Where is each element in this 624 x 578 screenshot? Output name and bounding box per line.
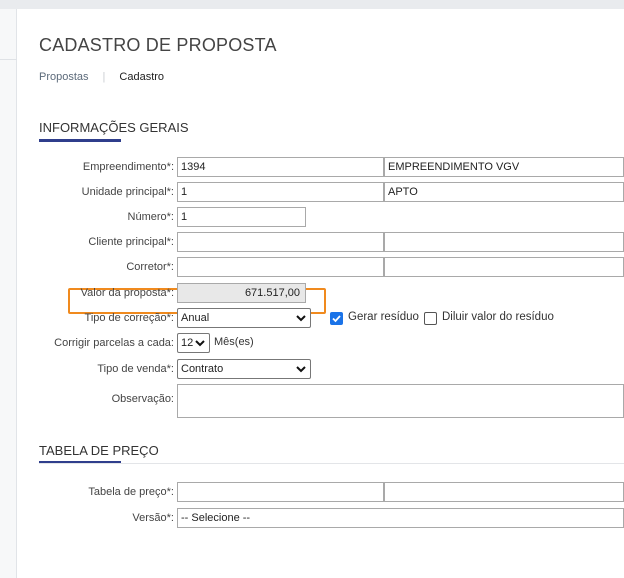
label-cliente: Cliente principal*: [88, 236, 174, 248]
unidade-code-field[interactable]: 1 [177, 182, 384, 202]
cliente-code-field[interactable] [177, 232, 384, 252]
label-numero: Número*: [127, 211, 174, 223]
label-tabela-preco: Tabela de preço*: [88, 486, 174, 498]
empreendimento-name-field[interactable]: EMPREENDIMENTO VGV [384, 157, 624, 177]
main-panel: CADASTRO DE PROPOSTA Propostas | Cadastr… [17, 9, 624, 578]
top-bar [0, 0, 624, 9]
numero-field[interactable]: 1 [177, 207, 306, 227]
left-sidebar-strip [0, 9, 17, 578]
label-versao: Versão*: [132, 512, 174, 524]
valor-proposta-field[interactable]: 671.517,00 [177, 283, 306, 303]
corretor-code-field[interactable] [177, 257, 384, 277]
section-title-price-table: TABELA DE PREÇO [39, 443, 159, 458]
chevron-down-icon [296, 366, 306, 373]
chevron-down-icon [296, 315, 306, 322]
tabela-preco-name-field[interactable] [384, 482, 624, 502]
unidade-name-field[interactable]: APTO [384, 182, 624, 202]
page-title: CADASTRO DE PROPOSTA [39, 35, 277, 55]
gerar-residuo-label: Gerar resíduo [348, 311, 419, 323]
breadcrumb-link-propostas[interactable]: Propostas [39, 71, 89, 83]
cliente-name-field[interactable] [384, 232, 624, 252]
label-empreendimento: Empreendimento*: [82, 161, 174, 173]
tabela-preco-code-field[interactable] [177, 482, 384, 502]
section-divider [39, 463, 624, 464]
corretor-name-field[interactable] [384, 257, 624, 277]
diluir-residuo-label: Diluir valor do resíduo [442, 311, 554, 323]
section-title-general: INFORMAÇÕES GERAIS [39, 120, 189, 135]
corrigir-parcelas-value: 12 [181, 337, 194, 349]
tipo-correcao-value: Anual [181, 312, 210, 324]
label-unidade: Unidade principal*: [81, 186, 174, 198]
label-corrigir-parcelas: Corrigir parcelas a cada: [54, 337, 174, 349]
label-tipo-correcao: Tipo de correção*: [84, 312, 174, 324]
label-observacao: Observação: [111, 393, 174, 405]
chevron-down-icon [195, 340, 205, 347]
tipo-venda-select[interactable]: Contrato [177, 359, 311, 379]
label-valor-proposta: Valor da proposta*: [80, 287, 174, 299]
corrigir-parcelas-select[interactable]: 12 [177, 333, 210, 353]
gerar-residuo-checkbox[interactable] [330, 312, 343, 325]
tipo-correcao-select[interactable]: Anual [177, 308, 311, 328]
empreendimento-code-field[interactable]: 1394 [177, 157, 384, 177]
check-icon [332, 315, 341, 323]
sidebar-divider [0, 59, 17, 60]
versao-select[interactable]: -- Selecione -- [177, 508, 624, 528]
label-corretor: Corretor*: [126, 261, 174, 273]
section-accent-bar [39, 139, 121, 142]
tipo-venda-value: Contrato [181, 363, 224, 375]
label-tipo-venda: Tipo de venda*: [97, 363, 174, 375]
corrigir-unit-label: Mês(es) [214, 336, 254, 348]
breadcrumb-current: Cadastro [119, 71, 165, 83]
diluir-residuo-checkbox[interactable] [424, 312, 437, 325]
breadcrumb: Propostas | Cadastro [39, 71, 164, 83]
breadcrumb-separator: | [102, 71, 106, 83]
observacao-textarea[interactable] [177, 384, 624, 418]
